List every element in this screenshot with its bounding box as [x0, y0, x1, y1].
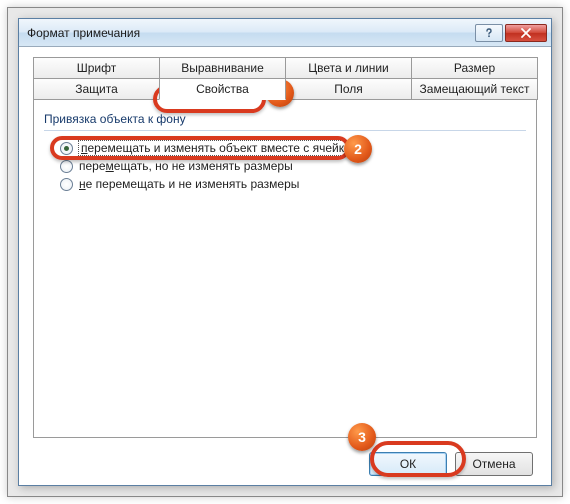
tab-colors-lines[interactable]: Цвета и линии [285, 57, 412, 78]
close-button[interactable] [505, 24, 547, 42]
close-icon [521, 28, 531, 38]
radio-label: перемещать, но не изменять размеры [79, 159, 293, 173]
tabs: Шрифт Выравнивание Цвета и линии Размер … [33, 57, 537, 438]
format-comment-dialog: Формат примечания Шрифт Выравнивание Цве… [18, 18, 552, 486]
tab-size[interactable]: Размер [411, 57, 538, 78]
titlebar: Формат примечания [19, 19, 551, 47]
radio-icon [60, 178, 73, 191]
callout-badge-3: 3 [348, 423, 376, 451]
radio-label: не перемещать и не изменять размеры [79, 177, 299, 191]
tab-font[interactable]: Шрифт [33, 57, 160, 78]
tab-alt-text[interactable]: Замещающий текст [411, 78, 538, 100]
ok-button[interactable]: ОК [369, 452, 447, 476]
radio-icon [60, 160, 73, 173]
tab-alignment[interactable]: Выравнивание [159, 57, 286, 78]
radio-label: перемещать и изменять объект вместе с яч… [79, 141, 368, 155]
properties-panel: Привязка объекта к фону перемещать и изм… [33, 100, 537, 438]
group-divider [44, 130, 526, 131]
group-title: Привязка объекта к фону [44, 112, 526, 126]
tab-properties[interactable]: Свойства [159, 78, 286, 100]
callout-badge-2: 2 [344, 135, 372, 163]
dialog-title: Формат примечания [27, 26, 473, 40]
radio-no-move-no-size[interactable]: не перемещать и не изменять размеры [60, 177, 526, 191]
tab-protection[interactable]: Защита [33, 78, 160, 100]
help-button[interactable] [475, 24, 503, 42]
help-icon [484, 28, 494, 38]
tab-margins[interactable]: Поля [285, 78, 412, 100]
radio-move-and-size[interactable]: перемещать и изменять объект вместе с яч… [60, 141, 526, 155]
radio-icon [60, 142, 73, 155]
cancel-button[interactable]: Отмена [455, 452, 533, 476]
radio-move-no-size[interactable]: перемещать, но не изменять размеры [60, 159, 526, 173]
